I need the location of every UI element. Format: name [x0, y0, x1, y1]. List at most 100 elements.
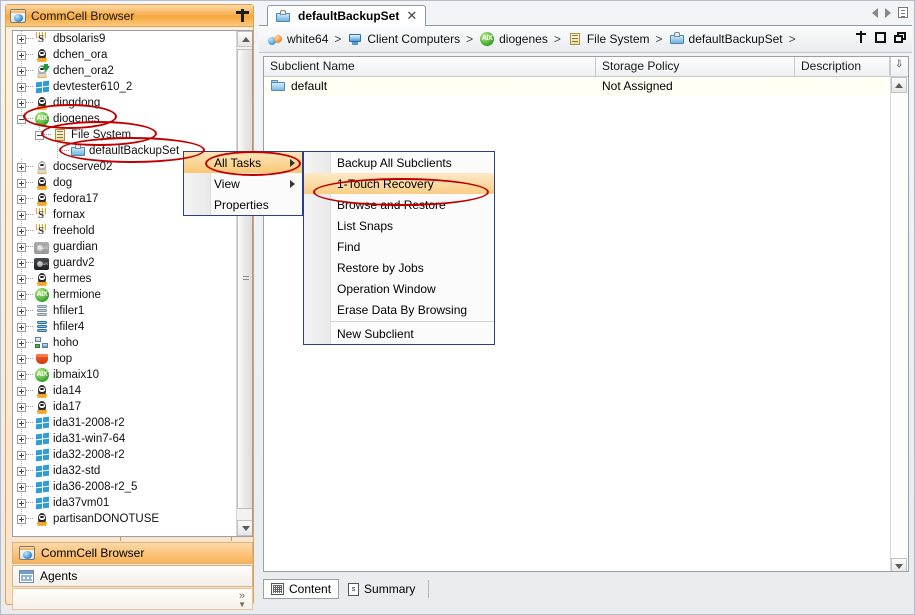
tree-item-ida32-2008-r2[interactable]: ida32-2008-r2 [13, 447, 237, 463]
dock-splitter-grip[interactable] [12, 536, 253, 541]
commcell-browser-tree[interactable]: Sdbsolaris9dchen_oradchen_ora2devtester6… [12, 30, 253, 537]
breadcrumb-item-diogenes[interactable]: AIX diogenes [479, 32, 548, 47]
submenu-item-erase-data-by-browsing[interactable]: Erase Data By Browsing [304, 299, 494, 320]
tree-item-ibmaix10[interactable]: AIXibmaix10 [13, 367, 237, 383]
tree-item-ida14[interactable]: ida14 [13, 383, 237, 399]
expand-icon[interactable] [17, 451, 26, 460]
expand-icon[interactable] [17, 35, 26, 44]
expand-icon[interactable] [17, 387, 26, 396]
tree-item-freehold[interactable]: Sfreehold [13, 223, 237, 239]
tree-item-ida36-2008-r2-5[interactable]: ida36-2008-r2_5 [13, 479, 237, 495]
tree-item-ida17[interactable]: ida17 [13, 399, 237, 415]
tree-item-hermione[interactable]: AIXhermione [13, 287, 237, 303]
submenu-item-list-snaps[interactable]: List Snaps [304, 215, 494, 236]
expand-icon[interactable] [17, 515, 26, 524]
expand-icon[interactable] [17, 467, 26, 476]
submenu-item-operation-window[interactable]: Operation Window [304, 278, 494, 299]
dock-overflow-area[interactable]: »▼ [12, 588, 253, 610]
expand-icon[interactable] [17, 67, 26, 76]
breadcrumb-item-client-computers[interactable]: Client Computers [347, 32, 460, 47]
expand-icon[interactable] [17, 339, 26, 348]
tree-item-partisandonotuse[interactable]: partisanDONOTUSE [13, 511, 237, 527]
collapse-icon[interactable] [35, 131, 44, 140]
expand-icon[interactable] [17, 99, 26, 108]
breadcrumb-item-default-backupset[interactable]: defaultBackupSet [669, 32, 783, 47]
scroll-up-button[interactable] [237, 31, 253, 47]
submenu-item-restore-by-jobs[interactable]: Restore by Jobs [304, 257, 494, 278]
tree-item-dingdong[interactable]: dingdong [13, 95, 237, 111]
menu-item-view[interactable]: View [184, 173, 302, 194]
nav-back-icon[interactable] [872, 8, 878, 18]
context-menu[interactable]: All Tasks View Properties [183, 151, 303, 216]
tree-item-ida32-std[interactable]: ida32-std [13, 463, 237, 479]
expand-icon[interactable] [17, 179, 26, 188]
nav-forward-icon[interactable] [885, 8, 891, 18]
menu-item-all-tasks[interactable]: All Tasks [184, 152, 302, 173]
tree-item-dbsolaris9[interactable]: Sdbsolaris9 [13, 31, 237, 47]
tree-item-guardian[interactable]: guardian [13, 239, 237, 255]
expand-icon[interactable] [17, 243, 26, 252]
table-row[interactable]: default Not Assigned [264, 77, 908, 95]
tree-item-devtester610-2[interactable]: devtester610_2 [13, 79, 237, 95]
breadcrumb-item-white64[interactable]: white64 [267, 32, 328, 47]
expand-icon[interactable] [17, 83, 26, 92]
menu-item-properties[interactable]: Properties [184, 194, 302, 215]
tree-item-ida31-2008-r2[interactable]: ida31-2008-r2 [13, 415, 237, 431]
tree-item-ida37vm01[interactable]: ida37vm01 [13, 495, 237, 511]
dock-button-agents[interactable]: Agents [12, 565, 253, 587]
submenu-item-backup-all-subclients[interactable]: Backup All Subclients [304, 152, 494, 173]
expand-icon[interactable] [17, 371, 26, 380]
tree-vertical-scrollbar[interactable] [236, 31, 252, 536]
expand-icon[interactable] [17, 307, 26, 316]
expand-icon[interactable] [17, 195, 26, 204]
grid-scroll-down-button[interactable] [891, 558, 907, 572]
expand-icon[interactable] [17, 355, 26, 364]
tree-item-guardv2[interactable]: guardv2 [13, 255, 237, 271]
tree-item-hop[interactable]: hop [13, 351, 237, 367]
restore-icon[interactable] [894, 32, 906, 43]
scroll-down-button[interactable] [237, 520, 253, 536]
expand-icon[interactable] [17, 419, 26, 428]
expand-icon[interactable] [17, 163, 26, 172]
expand-icon[interactable] [17, 499, 26, 508]
column-chooser-button[interactable]: ⇩ [890, 57, 908, 76]
grid-scroll-up-button[interactable] [891, 77, 907, 93]
tree-item-ida31-win7-64[interactable]: ida31-win7-64 [13, 431, 237, 447]
tree-item-file-system[interactable]: File System [13, 127, 237, 143]
breadcrumb-item-file-system[interactable]: File System [567, 32, 650, 47]
submenu-item-new-subclient[interactable]: New Subclient [304, 323, 494, 344]
expand-icon[interactable] [17, 483, 26, 492]
column-header-storage-policy[interactable]: Storage Policy [596, 57, 795, 76]
dock-button-commcell-browser[interactable]: CommCell Browser [12, 542, 253, 564]
all-tasks-submenu[interactable]: Backup All Subclients 1-Touch Recovery B… [303, 151, 495, 345]
dock-expand-chevron-icon[interactable]: »▼ [238, 591, 246, 610]
expand-icon[interactable] [17, 211, 26, 220]
tree-item-hfiler1[interactable]: hfiler1 [13, 303, 237, 319]
expand-icon[interactable] [17, 435, 26, 444]
scrollbar-thumb[interactable] [237, 49, 253, 509]
column-header-subclient-name[interactable]: Subclient Name [264, 57, 596, 76]
expand-icon[interactable] [17, 259, 26, 268]
tree-item-hfiler4[interactable]: hfiler4 [13, 319, 237, 335]
tree-item-hoho[interactable]: hoho [13, 335, 237, 351]
nav-list-icon[interactable] [898, 7, 908, 18]
maximize-icon[interactable] [875, 32, 886, 43]
grid-vertical-scrollbar[interactable] [890, 77, 908, 572]
tab-content[interactable]: Content [263, 579, 339, 599]
submenu-item-find[interactable]: Find [304, 236, 494, 257]
submenu-item-browse-and-restore[interactable]: Browse and Restore [304, 194, 494, 215]
pin-icon[interactable] [855, 31, 867, 43]
expand-icon[interactable] [17, 323, 26, 332]
close-icon[interactable]: ✕ [406, 10, 417, 22]
pin-icon[interactable] [236, 9, 249, 22]
tab-default-backupset[interactable]: defaultBackupSet ✕ [267, 5, 426, 26]
column-header-description[interactable]: Description [795, 57, 890, 76]
tree-item-hermes[interactable]: hermes [13, 271, 237, 287]
tree-item-dchen-ora2[interactable]: dchen_ora2 [13, 63, 237, 79]
expand-icon[interactable] [17, 227, 26, 236]
expand-icon[interactable] [17, 51, 26, 60]
expand-icon[interactable] [17, 291, 26, 300]
submenu-item-1-touch-recovery[interactable]: 1-Touch Recovery [304, 173, 494, 194]
collapse-icon[interactable] [17, 115, 26, 124]
tree-item-dchen-ora[interactable]: dchen_ora [13, 47, 237, 63]
